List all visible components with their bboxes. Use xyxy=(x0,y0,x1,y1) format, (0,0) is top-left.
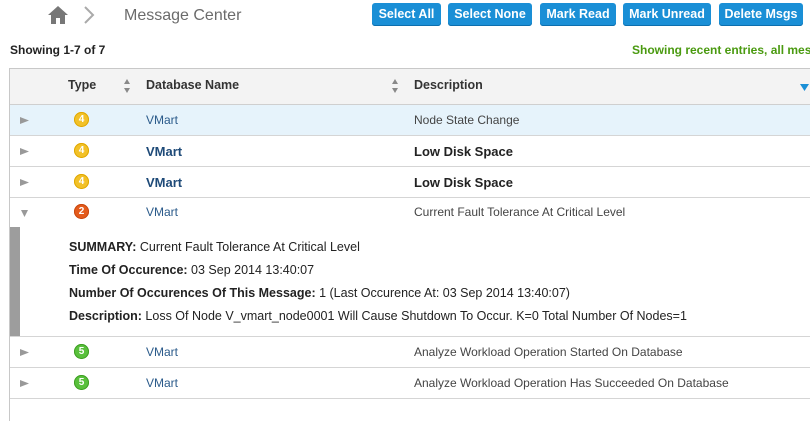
chevron-right-icon xyxy=(84,6,95,24)
time-value: 03 Sep 2014 13:40:07 xyxy=(191,263,315,277)
home-icon[interactable] xyxy=(47,5,69,25)
table-row[interactable]: 5 VMart Analyze Workload Operation Has S… xyxy=(10,368,810,399)
details-accent-bar xyxy=(10,227,20,336)
table-row[interactable]: 5 VMart Analyze Workload Operation Start… xyxy=(10,337,810,368)
recent-entries-note: Showing recent entries, all messa xyxy=(632,43,810,57)
description-label: Description: xyxy=(69,309,142,323)
expand-arrow-icon[interactable] xyxy=(20,147,29,156)
column-header-database[interactable]: Database Name xyxy=(146,78,239,92)
database-name: VMart xyxy=(146,144,183,159)
summary-label: SUMMARY: xyxy=(69,240,137,254)
message-description: Low Disk Space xyxy=(414,175,513,190)
select-none-button[interactable]: Select None xyxy=(448,3,532,26)
expand-arrow-icon[interactable] xyxy=(20,379,29,388)
details-count: Number Of Occurences Of This Message: 1 … xyxy=(69,286,570,300)
message-description: Node State Change xyxy=(414,113,520,127)
sort-icon[interactable] xyxy=(123,78,131,94)
severity-badge: 5 xyxy=(74,375,89,390)
database-name: VMart xyxy=(146,175,183,190)
description-value: Loss Of Node V_vmart_node0001 Will Cause… xyxy=(145,309,687,323)
database-name: VMart xyxy=(146,113,179,127)
severity-badge: 4 xyxy=(74,143,89,158)
mark-read-button[interactable]: Mark Read xyxy=(540,3,616,26)
count-value: 1 (Last Occurence At: 03 Sep 2014 13:40:… xyxy=(319,286,570,300)
database-name: VMart xyxy=(146,376,179,390)
severity-badge: 4 xyxy=(74,112,89,127)
select-all-button[interactable]: Select All xyxy=(372,3,441,26)
severity-badge: 5 xyxy=(74,344,89,359)
table-row[interactable]: 4 VMart Node State Change xyxy=(10,105,810,136)
showing-count: Showing 1-7 of 7 xyxy=(10,43,106,57)
page-title: Message Center xyxy=(124,7,242,24)
database-name: VMart xyxy=(146,205,179,219)
message-details-panel: SUMMARY: Current Fault Tolerance At Crit… xyxy=(10,227,810,337)
count-label: Number Of Occurences Of This Message: xyxy=(69,286,316,300)
expand-arrow-icon[interactable] xyxy=(20,178,29,187)
message-description: Analyze Workload Operation Has Succeeded… xyxy=(414,376,729,390)
sort-icon[interactable] xyxy=(391,78,399,94)
details-time: Time Of Occurence: 03 Sep 2014 13:40:07 xyxy=(69,263,314,277)
mark-unread-button[interactable]: Mark Unread xyxy=(623,3,711,26)
message-description: Low Disk Space xyxy=(414,144,513,159)
collapse-arrow-icon[interactable] xyxy=(20,209,29,218)
table-row[interactable]: 4 VMart Low Disk Space xyxy=(10,167,810,198)
severity-badge: 2 xyxy=(74,204,89,219)
delete-msgs-button[interactable]: Delete Msgs xyxy=(719,3,803,26)
message-description: Analyze Workload Operation Started On Da… xyxy=(414,345,683,359)
sort-descending-icon[interactable] xyxy=(800,84,809,91)
expand-arrow-icon[interactable] xyxy=(20,348,29,357)
column-header-type[interactable]: Type xyxy=(68,78,96,92)
message-table: Type Database Name Description 4 VMart N… xyxy=(9,68,810,421)
database-name: VMart xyxy=(146,345,179,359)
time-label: Time Of Occurence: xyxy=(69,263,188,277)
details-summary: SUMMARY: Current Fault Tolerance At Crit… xyxy=(69,240,360,254)
toolbar: Message Center Select All Select None Ma… xyxy=(0,0,810,32)
column-header-description[interactable]: Description xyxy=(414,78,483,92)
summary-value: Current Fault Tolerance At Critical Leve… xyxy=(139,240,360,254)
details-description: Description: Loss Of Node V_vmart_node00… xyxy=(69,309,687,323)
table-row[interactable]: 2 VMart Current Fault Tolerance At Criti… xyxy=(10,198,810,226)
severity-badge: 4 xyxy=(74,174,89,189)
table-row[interactable]: 4 VMart Low Disk Space xyxy=(10,136,810,167)
expand-arrow-icon[interactable] xyxy=(20,116,29,125)
message-description: Current Fault Tolerance At Critical Leve… xyxy=(414,205,626,219)
table-header: Type Database Name Description xyxy=(10,69,810,105)
